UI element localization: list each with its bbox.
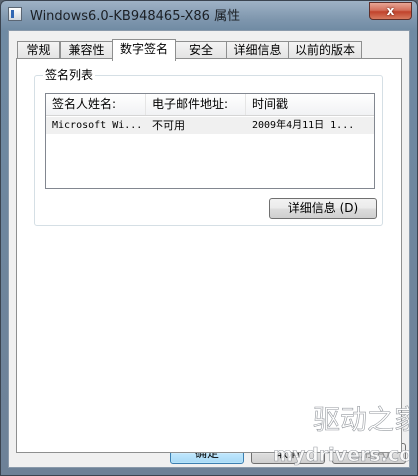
tab-details[interactable]: 详细信息 xyxy=(226,41,289,59)
tab-security[interactable]: 安全 xyxy=(175,41,227,59)
properties-window: Windows6.0-KB948465-X86 属性 x 常规 兼容性 数字签名… xyxy=(0,0,418,476)
column-signer-name[interactable]: 签名人姓名: xyxy=(46,94,146,115)
tab-general[interactable]: 常规 xyxy=(17,41,60,59)
window-title: Windows6.0-KB948465-X86 属性 xyxy=(30,9,241,24)
file-icon xyxy=(8,7,22,21)
signature-list[interactable]: 签名人姓名: 电子邮件地址: 时间戳 Microsoft Wi... 不可用 2… xyxy=(45,93,375,189)
timestamp-cell: 2009年4月11日 1... xyxy=(252,120,355,131)
signer-name-cell: Microsoft Wi... xyxy=(52,120,143,131)
tab-digital-signatures[interactable]: 数字签名 xyxy=(112,39,176,61)
details-button[interactable]: 详细信息 (D) xyxy=(269,198,377,219)
table-row[interactable]: Microsoft Wi... 不可用 2009年4月11日 1... xyxy=(46,117,374,134)
close-icon: x xyxy=(386,4,395,18)
signature-list-header: 签名人姓名: 电子邮件地址: 时间戳 xyxy=(46,94,374,116)
column-email-address[interactable]: 电子邮件地址: xyxy=(146,94,246,115)
email-address-cell: 不可用 xyxy=(152,119,185,132)
title-bar[interactable]: Windows6.0-KB948465-X86 属性 x xyxy=(1,1,417,29)
signature-list-label: 签名列表 xyxy=(43,68,96,82)
tab-previous-versions[interactable]: 以前的版本 xyxy=(288,41,362,59)
close-button[interactable]: x xyxy=(369,2,412,20)
tab-compatibility[interactable]: 兼容性 xyxy=(60,41,113,59)
signature-list-group: 签名列表 签名人姓名: 电子邮件地址: 时间戳 Microsoft Wi... … xyxy=(34,68,383,226)
column-timestamp[interactable]: 时间戳 xyxy=(246,94,374,115)
dialog-client-area: 常规 兼容性 数字签名 安全 详细信息 以前的版本 签名列表 签名人姓名: 电子… xyxy=(8,30,410,468)
digital-signatures-page: 签名列表 签名人姓名: 电子邮件地址: 时间戳 Microsoft Wi... … xyxy=(16,58,402,453)
